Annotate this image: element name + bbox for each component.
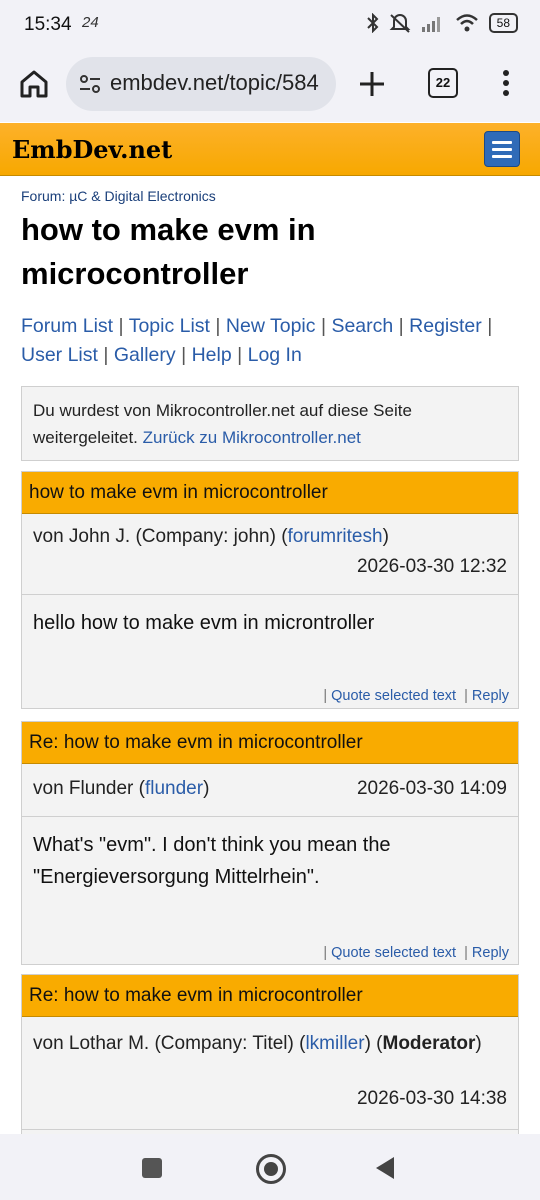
post-meta: von John J. (Company: john) (forumritesh… (22, 514, 518, 595)
post-text: hello how to make evm in microntroller (33, 612, 375, 634)
nav-search[interactable]: Search (331, 315, 393, 337)
breadcrumb-forum-link[interactable]: µC & Digital Electronics (69, 188, 216, 204)
post-meta: von Flunder (flunder) 2026-03-30 14:09 (22, 764, 518, 817)
nav-separator: | (487, 315, 493, 337)
quote-selected-text-link[interactable]: Quote selected text (331, 945, 456, 961)
moderator-badge: Moderator (382, 1033, 476, 1054)
post-username-link[interactable]: flunder (145, 778, 203, 799)
status-icons: 58 (366, 13, 518, 33)
site-settings-icon[interactable] (78, 72, 102, 96)
recents-icon[interactable] (142, 1158, 162, 1178)
home-icon[interactable] (18, 68, 50, 100)
nav-forum-list[interactable]: Forum List (21, 315, 113, 337)
post-author: Flunder (68, 778, 134, 799)
nav-separator: | (118, 315, 124, 337)
post-username-link[interactable]: lkmiller (305, 1033, 364, 1054)
back-icon[interactable] (376, 1157, 394, 1179)
post-text: What's "evm". I don't think you mean the… (33, 834, 391, 888)
nav-separator: | (215, 315, 221, 337)
post-body: hello how to make evm in microntroller |… (22, 595, 518, 707)
post-date: 2026-03-30 14:09 (356, 778, 507, 799)
nav-separator: | (398, 315, 404, 337)
post-subject: how to make evm in microcontroller (22, 472, 518, 514)
nav-separator: | (237, 344, 243, 366)
post: Re: how to make evm in microcontroller v… (21, 974, 519, 1136)
browser-toolbar: embdev.net/topic/584 22 (0, 54, 540, 122)
post-author: Lothar M. (Company: Titel) (68, 1033, 294, 1054)
post-author-prefix: von (33, 526, 64, 547)
post-actions: | Quote selected text | Reply (323, 945, 509, 961)
system-nav-bar (0, 1134, 540, 1200)
post: how to make evm in microcontroller von J… (21, 471, 519, 709)
post-meta: von Lothar M. (Company: Titel) (lkmiller… (22, 1017, 518, 1130)
post-author-prefix: von (33, 778, 64, 799)
hamburger-menu-icon[interactable] (484, 131, 520, 167)
post: Re: how to make evm in microcontroller v… (21, 721, 519, 965)
nav-register[interactable]: Register (409, 315, 482, 337)
redirect-notice: Du wurdest von Mikrocontroller.net auf d… (21, 386, 519, 461)
battery-icon: 58 (488, 13, 518, 33)
post-username-link[interactable]: forumritesh (288, 526, 383, 547)
new-tab-icon[interactable] (356, 68, 388, 100)
nav-topic-list[interactable]: Topic List (129, 315, 210, 337)
nav-gallery[interactable]: Gallery (114, 344, 176, 366)
url-bar[interactable]: embdev.net/topic/584 (66, 57, 336, 111)
post-body: What's "evm". I don't think you mean the… (22, 817, 518, 964)
post-date: 2026-03-30 14:38 (356, 1088, 507, 1109)
site-logo[interactable]: EmbDev.net (12, 135, 172, 164)
breadcrumb: Forum: µC & Digital Electronics (21, 188, 216, 204)
nav-separator: | (181, 344, 187, 366)
wifi-icon (455, 14, 478, 32)
reply-link[interactable]: Reply (472, 688, 509, 704)
notice-back-link[interactable]: Zurück zu Mikrocontroller.net (143, 428, 361, 447)
post-date: 2026-03-30 12:32 (356, 556, 507, 577)
reply-link[interactable]: Reply (472, 945, 509, 961)
forum-nav: Forum List | Topic List | New Topic | Se… (21, 312, 519, 370)
nav-user-list[interactable]: User List (21, 344, 98, 366)
page-title: how to make evm in microcontroller (21, 212, 316, 291)
site-header: EmbDev.net (0, 123, 540, 176)
post-subject: Re: how to make evm in microcontroller (22, 722, 518, 764)
nav-help[interactable]: Help (192, 344, 232, 366)
bluetooth-icon (366, 13, 379, 33)
nav-separator: | (103, 344, 109, 366)
post-author-prefix: von (33, 1033, 64, 1054)
home-nav-icon[interactable] (256, 1154, 286, 1184)
nav-new-topic[interactable]: New Topic (226, 315, 316, 337)
nav-separator: | (320, 315, 327, 337)
tab-switcher-button[interactable]: 22 (428, 68, 458, 98)
breadcrumb-label: Forum: (21, 188, 66, 204)
mute-icon (389, 14, 411, 33)
url-text: embdev.net/topic/584 (110, 70, 319, 95)
post-subject: Re: how to make evm in microcontroller (22, 975, 518, 1017)
post-actions: | Quote selected text | Reply (323, 688, 509, 704)
post-author: John J. (Company: john) (68, 526, 276, 547)
signal-icon (421, 17, 440, 32)
quote-selected-text-link[interactable]: Quote selected text (331, 688, 456, 704)
status-time: 15:34 (24, 14, 72, 35)
status-bar: 15:34 24 58 (0, 0, 540, 54)
more-menu-icon[interactable] (496, 68, 516, 98)
status-indicator: 24 (82, 14, 99, 31)
nav-log-in[interactable]: Log In (248, 344, 302, 366)
